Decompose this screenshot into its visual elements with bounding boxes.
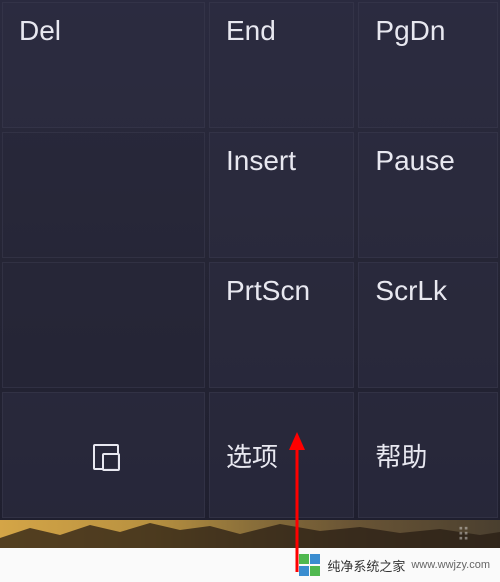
key-insert[interactable]: Insert: [209, 132, 354, 258]
mountain-silhouette: [0, 520, 500, 550]
key-scrlk[interactable]: ScrLk: [358, 262, 498, 388]
on-screen-keyboard: Del End PgDn Insert Pause PrtScn ScrLk: [0, 0, 500, 520]
key-prtscn[interactable]: PrtScn: [209, 262, 354, 388]
keyboard-row-3: PrtScn ScrLk: [0, 260, 500, 390]
watermark-bar: 纯净系统之家 www.wwjzy.com: [0, 548, 500, 582]
keyboard-row-1: Del End PgDn: [0, 0, 500, 130]
taskbar-wallpaper: [0, 520, 500, 550]
key-empty[interactable]: [2, 262, 205, 388]
key-label: End: [226, 15, 276, 47]
watermark-site-name: 纯净系统之家: [327, 556, 405, 575]
key-label: 帮助: [375, 437, 427, 474]
watermark-url: www.wwjzy.com: [411, 559, 490, 571]
key-help[interactable]: 帮助: [358, 392, 498, 518]
key-dock[interactable]: [2, 392, 205, 518]
key-label: Del: [19, 15, 61, 47]
key-label: ScrLk: [375, 275, 447, 307]
key-empty[interactable]: [2, 132, 205, 258]
key-label: 选项: [226, 437, 278, 474]
key-pgdn[interactable]: PgDn: [358, 2, 498, 128]
dock-icon: [93, 444, 115, 466]
key-label: PrtScn: [226, 275, 310, 307]
key-label: PgDn: [375, 15, 445, 47]
key-options[interactable]: 选项: [209, 392, 354, 518]
key-end[interactable]: End: [209, 2, 354, 128]
watermark-logo-icon: [299, 554, 321, 576]
keyboard-row-2: Insert Pause: [0, 130, 500, 260]
tray-icon: ⠿: [457, 525, 470, 546]
key-del[interactable]: Del: [2, 2, 205, 128]
keyboard-row-4: 选项 帮助: [0, 390, 500, 520]
key-label: Insert: [226, 145, 296, 177]
key-label: Pause: [375, 145, 454, 177]
key-pause[interactable]: Pause: [358, 132, 498, 258]
